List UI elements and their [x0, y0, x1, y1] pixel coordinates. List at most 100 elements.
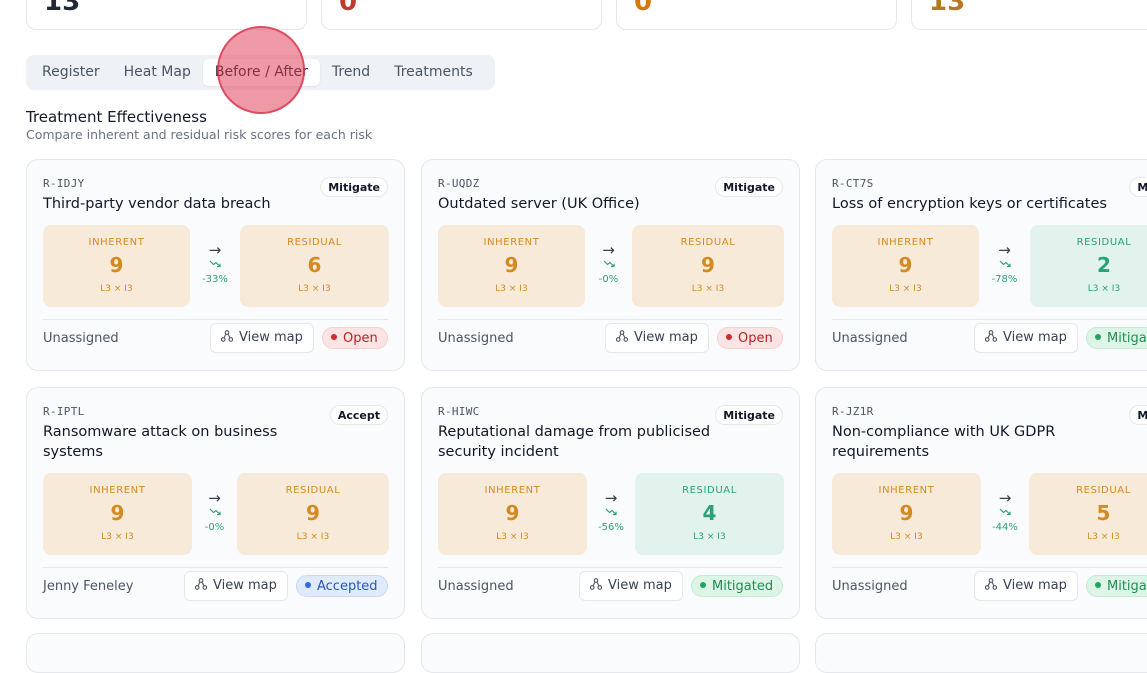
- inherent-score-box: INHERENT 9 L3 × I3: [832, 473, 981, 555]
- divider: [438, 567, 783, 568]
- view-map-button[interactable]: View map: [974, 323, 1078, 353]
- map-icon: [195, 578, 207, 590]
- trend-down-icon: [999, 260, 1011, 268]
- trend-down-icon: [209, 508, 221, 516]
- residual-label: RESIDUAL: [287, 237, 342, 248]
- residual-score-box: RESIDUAL 5 L3 × I3: [1029, 473, 1147, 555]
- inherent-lxi: L3 × I3: [101, 532, 134, 542]
- stat-value: 13: [929, 0, 966, 17]
- inherent-label: INHERENT: [89, 485, 146, 496]
- risk-card-partial: [421, 633, 800, 673]
- stat-card-critical: 0: [321, 0, 602, 30]
- score-change: → -56%: [591, 490, 631, 533]
- risk-card-partial: [26, 633, 405, 673]
- inherent-score-box: INHERENT 9 L3 × I3: [438, 225, 585, 307]
- view-map-label: View map: [239, 330, 303, 345]
- residual-label: RESIDUAL: [1076, 485, 1131, 496]
- arrow-right-icon: →: [208, 489, 221, 507]
- map-icon: [985, 330, 997, 342]
- risk-owner: Jenny Feneley: [43, 579, 134, 594]
- stat-value: 0: [634, 0, 653, 17]
- residual-score-box: RESIDUAL 4 L3 × I3: [635, 473, 784, 555]
- status-dot: [700, 582, 706, 588]
- tab-treatments[interactable]: Treatments: [382, 59, 485, 86]
- tab-before-after[interactable]: Before / After: [202, 59, 320, 86]
- risk-id: R-JZ1R: [832, 405, 874, 418]
- status-dot: [726, 334, 732, 340]
- view-map-button[interactable]: View map: [579, 571, 683, 601]
- score-delta: -44%: [992, 522, 1018, 533]
- view-map-button[interactable]: View map: [974, 571, 1078, 601]
- status-label: Accepted: [317, 579, 378, 594]
- view-map-button[interactable]: View map: [210, 323, 314, 353]
- score-delta: -56%: [598, 522, 624, 533]
- residual-label: RESIDUAL: [285, 485, 341, 496]
- status-label: Mitiga: [1107, 331, 1147, 346]
- strategy-badge: Mitigate: [715, 405, 783, 425]
- risk-id: R-CT7S: [832, 177, 874, 190]
- residual-label: RESIDUAL: [682, 485, 737, 496]
- risk-title: Ransomware attack on business systems: [43, 424, 278, 460]
- status-badge: Mitigated: [691, 575, 784, 597]
- section-title: Treatment Effectiveness: [26, 108, 207, 126]
- map-icon: [985, 578, 997, 590]
- trend-down-icon: [209, 260, 221, 268]
- view-map-button[interactable]: View map: [605, 323, 709, 353]
- arrow-right-icon: →: [602, 241, 615, 259]
- risk-card: R-CT7S Mitig Loss of encryption keys or …: [815, 159, 1147, 371]
- view-map-button[interactable]: View map: [184, 571, 288, 601]
- divider: [438, 319, 783, 320]
- status-badge: Accepted: [296, 575, 388, 597]
- risk-title: Non-compliance with UK GDPR requirements: [832, 424, 1056, 460]
- map-icon: [616, 330, 628, 342]
- residual-score: 5: [1096, 501, 1111, 525]
- risk-title: Third-party vendor data breach: [43, 196, 271, 212]
- risk-owner: Unassigned: [832, 579, 908, 594]
- status-badge: Mitiga: [1086, 327, 1147, 349]
- arrow-right-icon: →: [208, 241, 222, 259]
- risk-card: R-UQDZ Mitigate Outdated server (UK Offi…: [421, 159, 800, 371]
- risk-card: R-IDJY Mitigate Third-party vendor data …: [26, 159, 405, 371]
- risk-title: Loss of encryption keys or certificates: [832, 196, 1107, 212]
- residual-score: 9: [306, 501, 320, 525]
- risk-card: R-HIWC Mitigate Reputational damage from…: [421, 387, 800, 619]
- strategy-badge: Mitig: [1129, 405, 1147, 425]
- arrow-right-icon: →: [998, 489, 1012, 507]
- inherent-score: 9: [898, 253, 913, 277]
- trend-down-icon: [999, 508, 1011, 516]
- status-dot: [305, 582, 311, 588]
- divider: [43, 319, 388, 320]
- view-tabs: Register Heat Map Before / After Trend T…: [26, 55, 495, 90]
- residual-lxi: L3 × I3: [691, 284, 725, 294]
- inherent-label: INHERENT: [88, 237, 145, 248]
- tab-trend[interactable]: Trend: [320, 59, 382, 86]
- status-badge: Mitiga: [1086, 575, 1147, 597]
- residual-lxi: L3 × I3: [1087, 284, 1121, 294]
- tab-heat-map[interactable]: Heat Map: [112, 59, 203, 86]
- residual-score: 6: [307, 253, 322, 277]
- status-badge: Open: [322, 327, 388, 349]
- residual-score-box: RESIDUAL 9 L3 × I3: [632, 225, 784, 307]
- inherent-score: 9: [109, 253, 124, 277]
- status-label: Open: [738, 331, 773, 346]
- arrow-right-icon: →: [998, 241, 1011, 259]
- trend-down-icon: [605, 508, 617, 516]
- residual-lxi: L3 × I3: [298, 284, 331, 294]
- score-delta: -0%: [598, 274, 619, 285]
- risk-title: Outdated server (UK Office): [438, 196, 640, 212]
- inherent-lxi: L3 × I3: [889, 284, 922, 294]
- residual-score: 2: [1097, 253, 1111, 277]
- tab-register[interactable]: Register: [30, 59, 112, 86]
- risk-owner: Unassigned: [438, 579, 514, 594]
- score-change: → -0%: [195, 490, 235, 533]
- risk-card: R-IPTL Accept Ransomware attack on busin…: [26, 387, 405, 619]
- score-change: → -44%: [985, 490, 1025, 533]
- status-label: Mitigated: [712, 579, 774, 594]
- view-map-label: View map: [634, 330, 698, 345]
- view-map-label: View map: [1003, 578, 1067, 593]
- score-delta: -78%: [991, 274, 1018, 285]
- residual-label: RESIDUAL: [680, 237, 736, 248]
- strategy-badge: Mitigate: [715, 177, 783, 197]
- residual-score: 9: [701, 253, 715, 277]
- trend-down-icon: [603, 260, 615, 268]
